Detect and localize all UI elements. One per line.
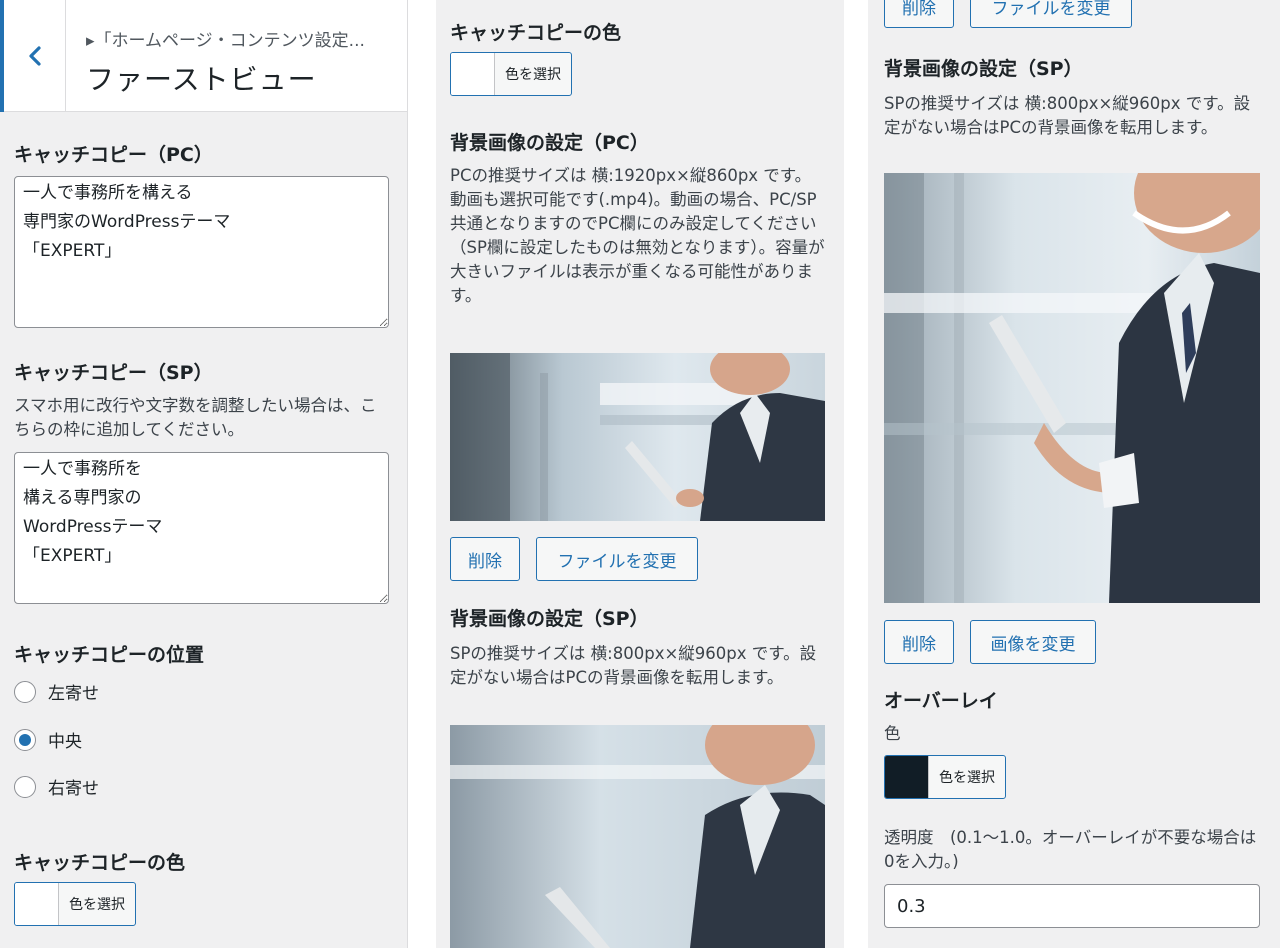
bg-sp-label: 背景画像の設定（SP） bbox=[884, 58, 1083, 80]
bg-pc-preview-image bbox=[450, 353, 825, 521]
radio-button[interactable] bbox=[14, 775, 36, 798]
customizer-panel-middle: キャッチコピーの色 色を選択 背景画像の設定（PC） PCの推奨サイズは 横:1… bbox=[436, 0, 844, 948]
overlay-label: オーバーレイ bbox=[884, 690, 998, 712]
overlay-color-label: 色 bbox=[884, 724, 901, 743]
opacity-input[interactable] bbox=[884, 884, 1260, 928]
bg-sp-preview-image bbox=[450, 725, 825, 948]
page-title: ファーストビュー bbox=[86, 63, 317, 96]
catch-pc-textarea[interactable] bbox=[14, 176, 389, 328]
radio-label: 右寄せ bbox=[48, 779, 99, 799]
catch-pc-label: キャッチコピー（PC） bbox=[14, 144, 213, 166]
remove-button[interactable]: 削除 bbox=[450, 537, 520, 581]
section-header: ▸「ホームページ・コンテンツ設定... ファーストビュー bbox=[0, 0, 407, 112]
radio-label: 中央 bbox=[48, 732, 82, 752]
customizer-panel-right: 削除 ファイルを変更 背景画像の設定（SP） SPの推奨サイズは 横:800px… bbox=[868, 0, 1280, 948]
radio-button[interactable] bbox=[14, 680, 36, 703]
overlay-color-picker-button[interactable]: 色を選択 bbox=[884, 755, 1006, 799]
radio-left[interactable]: 左寄せ bbox=[14, 679, 99, 704]
catch-color-label: キャッチコピーの色 bbox=[450, 22, 622, 44]
bg-pc-description: PCの推奨サイズは 横:1920px×縦860px です。 動画も選択可能です(… bbox=[450, 166, 825, 305]
opacity-label: 透明度 (0.1〜1.0。オーバーレイが不要な場合は0を入力。) bbox=[884, 828, 1257, 871]
color-swatch bbox=[15, 883, 59, 925]
color-button-label: 色を選択 bbox=[505, 67, 561, 83]
bg-pc-label: 背景画像の設定（PC） bbox=[450, 132, 649, 154]
color-swatch bbox=[885, 756, 929, 798]
customizer-panel-left: ▸「ホームページ・コンテンツ設定... ファーストビュー キャッチコピー（PC）… bbox=[0, 0, 408, 948]
catch-color-picker-button[interactable]: 色を選択 bbox=[450, 52, 572, 96]
radio-label: 左寄せ bbox=[48, 684, 99, 704]
color-swatch bbox=[451, 53, 495, 95]
position-label: キャッチコピーの位置 bbox=[14, 644, 205, 666]
breadcrumb: ▸「ホームページ・コンテンツ設定... bbox=[86, 31, 365, 51]
back-button[interactable] bbox=[0, 0, 66, 112]
catch-sp-textarea[interactable] bbox=[14, 452, 389, 604]
bg-sp-label: 背景画像の設定（SP） bbox=[450, 608, 649, 630]
catch-sp-description: スマホ用に改行や文字数を調整したい場合は、こちらの枠に追加してください。 bbox=[14, 396, 377, 439]
remove-button[interactable]: 削除 bbox=[884, 620, 954, 664]
change-file-button-top[interactable]: ファイルを変更 bbox=[970, 0, 1132, 28]
color-button-label: 色を選択 bbox=[939, 770, 995, 786]
bg-sp-description: SPの推奨サイズは 横:800px×縦960px です。設定がない場合はPCの背… bbox=[884, 94, 1251, 137]
catch-color-picker-button[interactable]: 色を選択 bbox=[14, 882, 136, 926]
radio-right[interactable]: 右寄せ bbox=[14, 774, 99, 799]
change-file-button[interactable]: ファイルを変更 bbox=[536, 537, 698, 581]
bg-sp-description: SPの推奨サイズは 横:800px×縦960px です。設定がない場合はPCの背… bbox=[450, 644, 817, 687]
change-image-button[interactable]: 画像を変更 bbox=[970, 620, 1096, 664]
chevron-left-icon bbox=[28, 46, 41, 66]
bg-sp-preview-image bbox=[884, 173, 1260, 603]
catch-sp-label: キャッチコピー（SP） bbox=[14, 362, 213, 384]
catch-color-label: キャッチコピーの色 bbox=[14, 852, 186, 874]
radio-button[interactable] bbox=[14, 728, 36, 751]
remove-button-top[interactable]: 削除 bbox=[884, 0, 954, 28]
radio-center[interactable]: 中央 bbox=[14, 727, 82, 752]
color-button-label: 色を選択 bbox=[69, 897, 125, 913]
